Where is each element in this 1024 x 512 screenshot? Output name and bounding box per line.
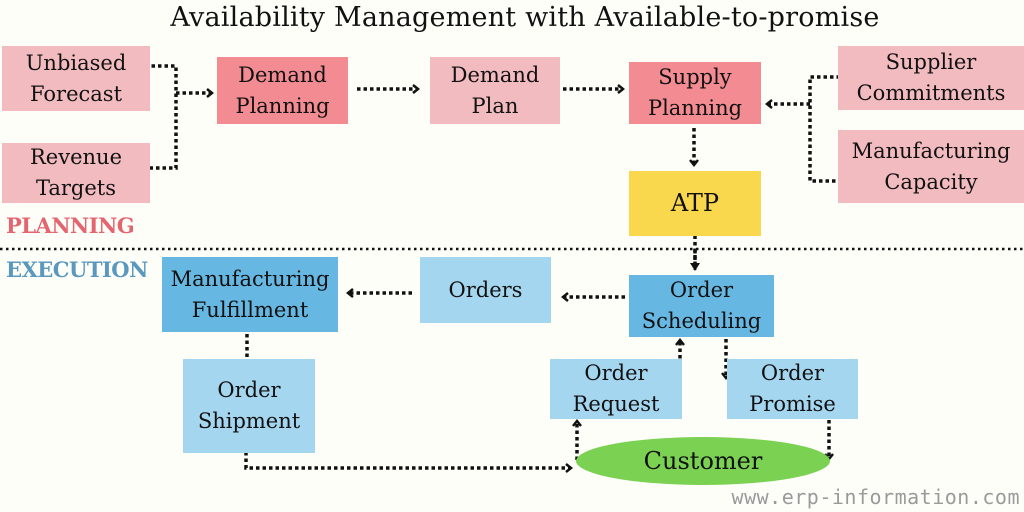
node-order-shipment: Order Shipment [183,359,315,453]
node-manufacturing-fulfillment: Manufacturing Fulfillment [162,257,338,332]
footer-watermark: www.erp-information.com [731,485,1020,509]
node-order-scheduling: Order Scheduling [629,275,774,337]
node-order-request: Order Request [550,359,682,419]
node-manufacturing-capacity: Manufacturing Capacity [838,130,1024,203]
section-label-planning: PLANNING [6,213,135,238]
node-atp: ATP [629,171,761,236]
node-customer: Customer [576,437,830,485]
node-demand-plan: Demand Plan [430,57,560,124]
node-demand-planning: Demand Planning [217,57,348,124]
node-supply-planning: Supply Planning [629,62,761,124]
connector-order-shipment-to-customer [244,452,574,473]
section-label-execution: EXECUTION [6,257,148,282]
node-orders: Orders [420,257,551,323]
node-revenue-targets: Revenue Targets [2,143,150,203]
node-order-promise: Order Promise [727,359,858,419]
connector-supplier-to-join [808,75,840,183]
node-unbiased-forecast: Unbiased Forecast [2,46,150,111]
node-supplier-commitments: Supplier Commitments [838,46,1024,110]
